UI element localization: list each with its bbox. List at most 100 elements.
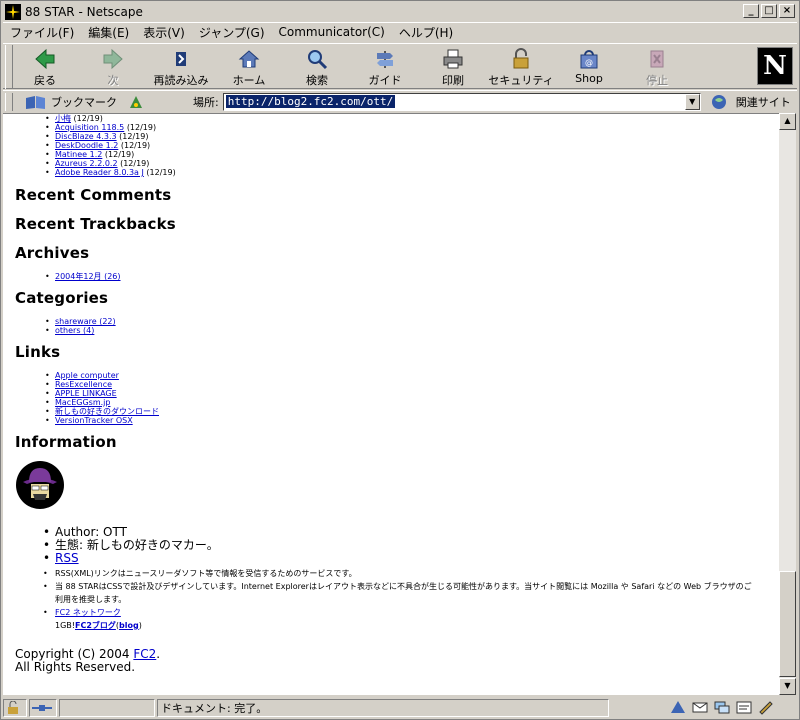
- author-avatar: [16, 461, 64, 509]
- toolbar-grip[interactable]: [5, 45, 13, 89]
- list-item: others (4): [45, 326, 775, 335]
- security-status-cell[interactable]: [3, 699, 27, 717]
- menu-edit[interactable]: 編集(E): [81, 24, 136, 41]
- info-notes: RSS(XML)リンクはニュースリーダソフト等で情報を受信するためのサービスです…: [43, 567, 775, 632]
- related-sites-button[interactable]: 関連サイト: [711, 94, 791, 110]
- menu-go[interactable]: ジャンプ(G): [192, 24, 272, 41]
- svg-text:@: @: [585, 58, 593, 67]
- shop-button[interactable]: @ Shop: [559, 44, 619, 88]
- list-item: APPLE LINKAGE: [45, 389, 775, 398]
- url-field[interactable]: http://blog2.fc2.com/ott/ ▼: [222, 92, 701, 111]
- title-bar: 88 STAR - Netscape _ □ ×: [3, 3, 797, 21]
- mail-icon[interactable]: [691, 699, 709, 715]
- status-text: ドキュメント: 完了。: [157, 699, 609, 717]
- list-item: 小梅 (12/19): [45, 114, 775, 123]
- copyright-fc2-link[interactable]: FC2: [133, 647, 156, 661]
- list-item: MacEGGsm.jp: [45, 398, 775, 407]
- list-item: 生態: 新しもの好きのマカー。: [43, 539, 775, 553]
- list-item: Apple computer: [45, 371, 775, 380]
- links-list: Apple computer ResExcellence APPLE LINKA…: [45, 371, 775, 425]
- scroll-up-button[interactable]: ▲: [779, 113, 796, 130]
- list-item: FC2 ネットワーク1GB!FC2ブログ(blog): [43, 606, 775, 632]
- archives-list: 2004年12月 (26): [45, 272, 775, 281]
- list-item: RSS: [43, 551, 775, 566]
- menu-view[interactable]: 表示(V): [136, 24, 192, 41]
- categories-heading: Categories: [15, 289, 109, 307]
- stop-button[interactable]: 停止: [627, 44, 687, 88]
- list-item: ResExcellence: [45, 380, 775, 389]
- categories-list: shareware (22) others (4): [45, 317, 775, 335]
- component-bar: [665, 699, 775, 715]
- info-list: Author: OTT 生態: 新しもの好きのマカー。 RSS: [43, 526, 775, 566]
- information-heading: Information: [15, 433, 117, 451]
- list-item: VersionTracker OSX: [45, 416, 775, 425]
- home-button[interactable]: ホーム: [219, 44, 279, 88]
- netscape-star-icon: [5, 4, 21, 20]
- menu-file[interactable]: ファイル(F): [3, 24, 81, 41]
- window-title: 88 STAR - Netscape: [25, 5, 143, 19]
- padlock-status-icon: [8, 701, 18, 714]
- print-button[interactable]: 印刷: [423, 44, 483, 88]
- related-sites-icon: [711, 94, 726, 109]
- location-toolbar: ブックマーク 場所: http://blog2.fc2.com/ott/ ▼ 関…: [3, 90, 797, 112]
- minimize-button[interactable]: _: [743, 4, 759, 18]
- list-item: 新しもの好きのダウンロード: [45, 407, 775, 416]
- bookmark-book-icon: [26, 95, 45, 109]
- page-content: 小梅 (12/19) Acquisition 118.5 (12/19) Dis…: [3, 113, 779, 695]
- fc2-network-link[interactable]: FC2 ネットワーク: [55, 608, 121, 617]
- back-arrow-icon: [35, 48, 55, 70]
- forward-arrow-icon: [103, 48, 123, 70]
- url-text[interactable]: http://blog2.fc2.com/ott/: [225, 95, 396, 108]
- reload-button[interactable]: 再読み込み: [151, 44, 211, 88]
- location-grip[interactable]: [5, 92, 13, 111]
- list-item: DeskDoodle 1.2 (12/19): [45, 141, 775, 150]
- page-proxy-icon[interactable]: [127, 94, 145, 110]
- list-item: 2004年12月 (26): [45, 272, 775, 281]
- url-dropdown-button[interactable]: ▼: [684, 93, 700, 110]
- composer-icon[interactable]: [735, 699, 753, 715]
- close-button[interactable]: ×: [779, 4, 795, 18]
- connection-plug-icon: [32, 705, 52, 711]
- rss-link[interactable]: RSS: [55, 551, 79, 565]
- links-heading: Links: [15, 343, 61, 361]
- list-item: shareware (22): [45, 317, 775, 326]
- related-sites-label: 関連サイト: [735, 95, 791, 109]
- navigation-toolbar: 戻る 次 再読み込み ホーム 検索 ガイド 印刷 セキュリティ @ Shop 停…: [3, 43, 797, 89]
- location-label: 場所:: [193, 95, 219, 109]
- menu-help[interactable]: ヘルプ(H): [392, 24, 460, 41]
- maximize-button[interactable]: □: [761, 4, 777, 18]
- fc2-blog-en-link[interactable]: blog: [119, 621, 139, 630]
- recent-entries-list: 小梅 (12/19) Acquisition 118.5 (12/19) Dis…: [45, 114, 775, 177]
- list-item: Adobe Reader 8.0.3a J (12/19): [45, 168, 775, 177]
- guide-signpost-icon: [377, 51, 393, 68]
- recent-trackbacks-heading: Recent Trackbacks: [15, 215, 176, 233]
- copyright: Copyright (C) 2004 FC2. All Rights Reser…: [15, 647, 161, 674]
- progress-cell: [59, 699, 155, 717]
- status-bar: ドキュメント: 完了。: [3, 698, 797, 718]
- security-button[interactable]: セキュリティ: [488, 44, 554, 88]
- vertical-scrollbar[interactable]: ▲ ▼: [779, 113, 796, 695]
- search-button[interactable]: 検索: [287, 44, 347, 88]
- list-item: RSS(XML)リンクはニュースリーダソフト等で情報を受信するためのサービスです…: [43, 567, 775, 580]
- netscape-logo[interactable]: N: [757, 47, 793, 85]
- scroll-thumb[interactable]: [779, 571, 796, 677]
- discussion-icon[interactable]: [713, 699, 731, 715]
- navigator-icon[interactable]: [669, 699, 687, 715]
- list-item: Azureus 2.2.0.2 (12/19): [45, 159, 775, 168]
- recent-comments-heading: Recent Comments: [15, 186, 172, 204]
- browser-window: 88 STAR - Netscape _ □ × ファイル(F) 編集(E) 表…: [0, 0, 800, 720]
- menu-bar: ファイル(F) 編集(E) 表示(V) ジャンプ(G) Communicator…: [3, 22, 797, 41]
- connection-status-cell[interactable]: [29, 699, 57, 717]
- home-icon: [238, 50, 260, 68]
- guide-button[interactable]: ガイド: [355, 44, 415, 88]
- scroll-down-button[interactable]: ▼: [779, 678, 796, 695]
- list-item: Acquisition 118.5 (12/19): [45, 123, 775, 132]
- edit-pen-icon[interactable]: [757, 699, 775, 715]
- back-button[interactable]: 戻る: [15, 44, 75, 88]
- bookmarks-button[interactable]: ブックマーク: [25, 94, 117, 110]
- forward-button[interactable]: 次: [83, 44, 143, 88]
- fc2-blog-link[interactable]: FC2ブログ: [75, 621, 116, 630]
- list-item: 当 88 STARはCSSで設計及びデザインしています。Internet Exp…: [43, 580, 775, 606]
- menu-communicator[interactable]: Communicator(C): [272, 25, 392, 39]
- reload-icon: [176, 52, 186, 66]
